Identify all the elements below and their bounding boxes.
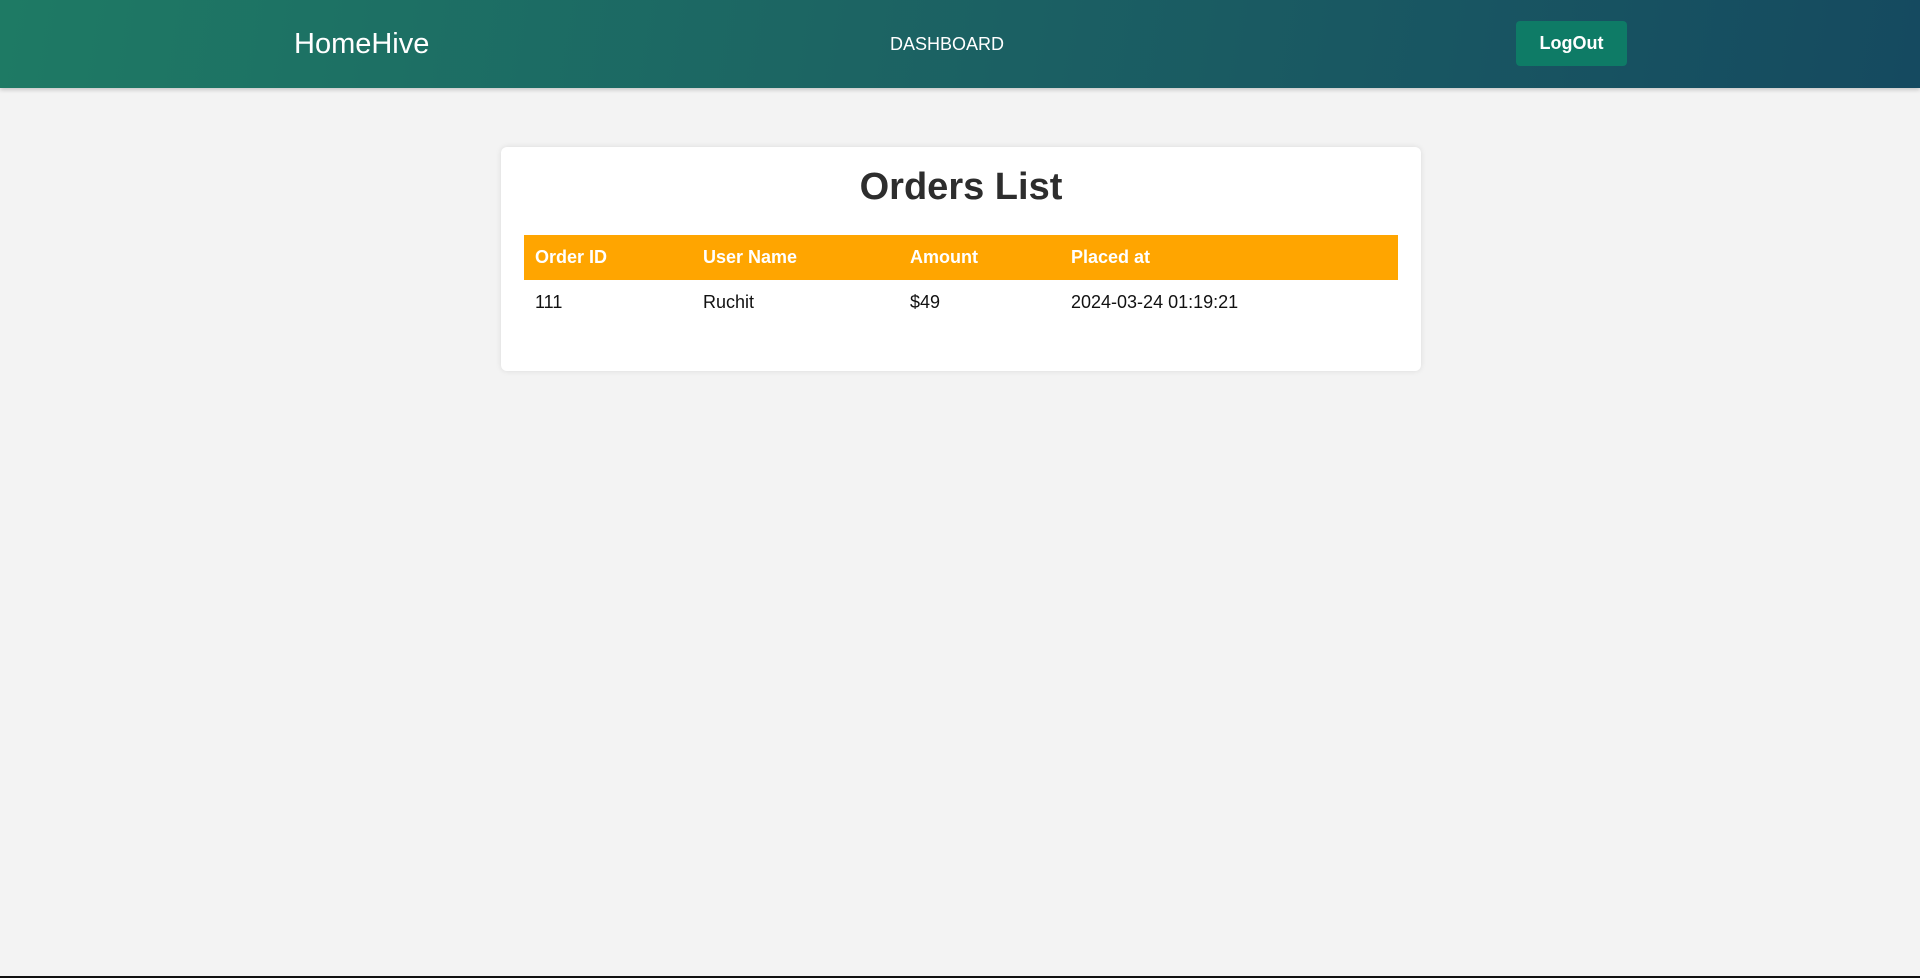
nav-link-dashboard[interactable]: DASHBOARD bbox=[890, 0, 1004, 88]
orders-card: Orders List Order ID User Name Amount Pl… bbox=[501, 147, 1421, 371]
table-header-row: Order ID User Name Amount Placed at bbox=[524, 235, 1398, 280]
cell-order-id: 111 bbox=[535, 292, 563, 312]
table-row: 111 Ruchit $49 2024-03-24 01:19:21 bbox=[524, 280, 1398, 325]
orders-table: Order ID User Name Amount Placed at 111 … bbox=[524, 235, 1398, 325]
cell-placed-at: 2024-03-24 01:19:21 bbox=[1071, 292, 1239, 312]
cell-amount: $49 bbox=[910, 292, 941, 312]
brand-logo[interactable]: HomeHive bbox=[294, 0, 429, 88]
column-header-amount: Amount bbox=[910, 247, 978, 267]
logout-button[interactable]: LogOut bbox=[1516, 21, 1627, 66]
column-header-order-id: Order ID bbox=[535, 247, 608, 267]
top-navbar: HomeHive DASHBOARD LogOut bbox=[0, 0, 1920, 88]
table-body: 111 Ruchit $49 2024-03-24 01:19:21 bbox=[524, 280, 1398, 325]
table-header: Order ID User Name Amount Placed at bbox=[524, 235, 1398, 280]
page-title: Orders List bbox=[859, 166, 1063, 208]
column-header-placed-at: Placed at bbox=[1071, 247, 1151, 267]
column-header-user-name: User Name bbox=[703, 247, 798, 267]
cell-user-name: Ruchit bbox=[703, 292, 755, 312]
